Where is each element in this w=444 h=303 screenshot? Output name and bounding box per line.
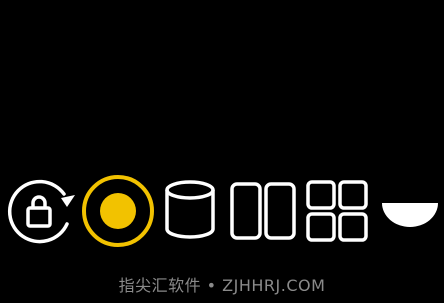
shutter-button-icon [82,175,154,247]
bowl-icon [382,203,438,227]
rotation-lock-button[interactable] [4,172,82,252]
panorama-mode-button[interactable] [160,172,220,252]
dual-panel-icon [230,182,296,240]
camera-mode-toolbar [0,172,444,252]
rotation-lock-icon [7,179,75,244]
grid-four-icon [306,180,368,242]
grid-view-button[interactable] [304,172,372,252]
cylinder-panorama-icon [165,180,215,239]
bowl-mode-button[interactable] [378,172,442,252]
shutter-button[interactable] [80,172,154,252]
watermark-text: 指尖汇软件 • ZJHHRJ.COM [118,276,326,295]
dual-view-button[interactable] [228,172,298,252]
